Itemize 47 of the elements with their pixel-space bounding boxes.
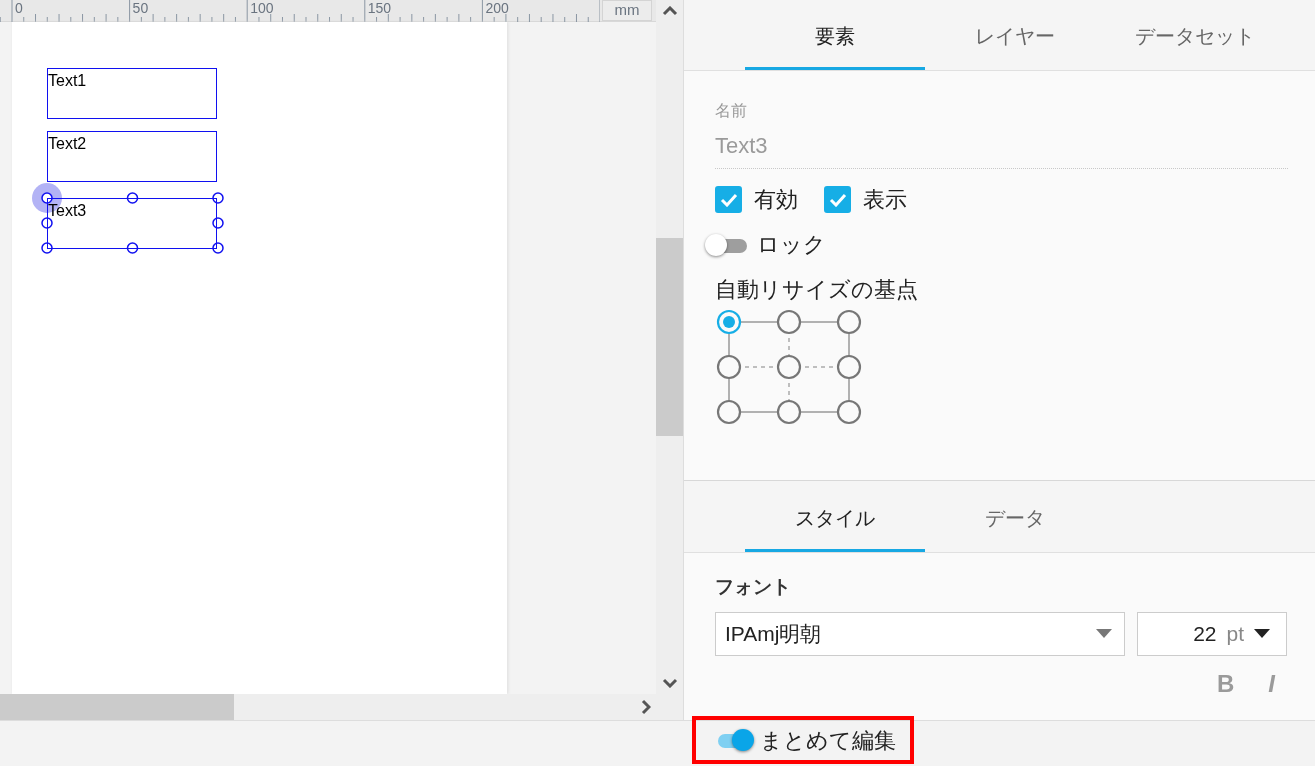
- anchor-radio[interactable]: [776, 354, 802, 380]
- ruler-number: 200: [485, 0, 509, 18]
- section-label: 自動リサイズの基点: [715, 276, 919, 304]
- panel-tab[interactable]: レイヤー: [925, 0, 1105, 70]
- scroll-thumb[interactable]: [656, 238, 684, 436]
- dropdown-caret-icon: [1254, 629, 1270, 638]
- anchor-radio[interactable]: [836, 309, 862, 335]
- font-family-select[interactable]: IPAmj明朝: [715, 611, 1125, 656]
- toggle-label: まとめて編集: [760, 726, 896, 755]
- section-label: フォント: [715, 575, 792, 599]
- checkbox[interactable]: [824, 186, 851, 213]
- ruler-number: 100: [250, 0, 274, 18]
- anchor-radio[interactable]: [716, 309, 742, 335]
- anchor-radio[interactable]: [836, 354, 862, 380]
- text-frame[interactable]: Text2: [47, 131, 217, 182]
- field-label: 名前: [715, 101, 748, 121]
- chevron-down-icon[interactable]: [661, 678, 678, 688]
- check-icon: [828, 192, 847, 207]
- ruler-number: 150: [367, 0, 392, 18]
- checkbox-label: 表示: [863, 186, 907, 214]
- anchor-radio[interactable]: [836, 399, 862, 425]
- panel-tab[interactable]: データセット: [1105, 0, 1285, 70]
- ruler-number: 50: [132, 0, 149, 18]
- panel-tab[interactable]: 要素: [745, 0, 925, 70]
- font-size-select[interactable]: 22 pt: [1137, 611, 1287, 656]
- anchor-radio[interactable]: [716, 354, 742, 380]
- toggle-switch[interactable]: [705, 233, 749, 256]
- ruler-number: 0: [15, 0, 23, 18]
- checkbox[interactable]: [715, 186, 742, 213]
- vertical-scrollbar[interactable]: [656, 0, 683, 694]
- anchor-radio[interactable]: [776, 399, 802, 425]
- scroll-thumb[interactable]: [0, 694, 234, 720]
- panel-tab[interactable]: スタイル: [745, 481, 925, 552]
- text-frame[interactable]: Text1: [47, 68, 217, 119]
- dropdown-caret-icon: [1096, 629, 1112, 638]
- anchor-radio[interactable]: [776, 309, 802, 335]
- toggle-label: ロック: [757, 231, 826, 259]
- chevron-up-icon[interactable]: [661, 6, 678, 16]
- anchor-radio[interactable]: [716, 399, 742, 425]
- checkbox-label: 有効: [754, 186, 798, 214]
- panel-tab[interactable]: データ: [925, 481, 1105, 552]
- text-frame[interactable]: Text3: [47, 198, 217, 249]
- horizontal-scrollbar[interactable]: [0, 694, 683, 720]
- unit-label: mm: [602, 0, 653, 21]
- chevron-right-icon[interactable]: [641, 699, 651, 715]
- resize-handles[interactable]: [41, 192, 224, 254]
- check-icon: [719, 192, 738, 207]
